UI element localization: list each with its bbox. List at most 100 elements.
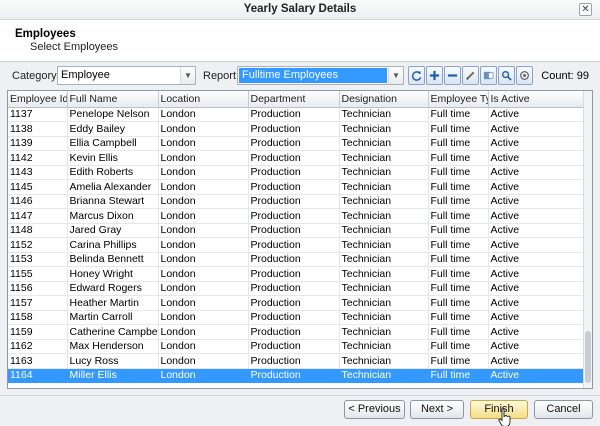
table-cell: London	[158, 237, 249, 253]
table-row[interactable]: 1147 Marcus Dixon London Production Technici…	[8, 208, 585, 224]
table-row[interactable]: 1146 Brianna Stewart London Production Techn…	[8, 194, 585, 209]
table-cell: Full time	[428, 295, 489, 311]
table-cell: Technician	[339, 121, 429, 137]
table-cell: Technician	[339, 208, 429, 224]
table-row[interactable]: 1152 Carina Phillips London Production Techn…	[8, 237, 585, 253]
table-cell: Active	[488, 266, 585, 282]
category-dropdown[interactable]: Employee ▼	[57, 66, 196, 85]
table-cell: Jared Gray	[67, 223, 159, 238]
table-row[interactable]: 1156 Edward Rogers London Production Technic…	[8, 281, 585, 296]
hand-cursor-icon	[498, 408, 511, 426]
filter-toolbar: Category Employee ▼ Report Fulltime Empl…	[7, 66, 593, 88]
table-cell: Technician	[339, 310, 429, 325]
add-icon[interactable]	[426, 66, 443, 85]
table-cell: London	[158, 266, 249, 282]
table-cell: 1148	[8, 223, 68, 238]
window-title: Yearly Salary Details	[243, 3, 357, 15]
table-cell: Production	[248, 136, 340, 151]
table-cell: Full time	[428, 353, 489, 369]
table-cell: Production	[248, 266, 340, 282]
table-cell: 1157	[8, 295, 68, 311]
column-header[interactable]: Designation	[339, 91, 429, 108]
report-dropdown[interactable]: Fulltime Employees ▼	[237, 66, 404, 85]
table-cell: Active	[488, 310, 585, 325]
table-row[interactable]: 1163 Lucy Ross London Production Technician F…	[8, 353, 585, 369]
remove-icon[interactable]	[444, 66, 461, 85]
table-row[interactable]: 1148 Jared Gray London Production Technician…	[8, 223, 585, 238]
report-value: Fulltime Employees	[239, 68, 387, 83]
table-cell: Miller Ellis	[67, 368, 159, 383]
chevron-down-icon[interactable]: ▼	[180, 67, 195, 84]
column-header[interactable]: Employee Type	[428, 91, 489, 108]
close-icon[interactable]: ✕	[579, 3, 592, 16]
table-cell: Full time	[428, 136, 489, 151]
table-row[interactable]: 1143 Edith Roberts London Production Technic…	[8, 165, 585, 180]
table-cell: Production	[248, 324, 340, 340]
table-cell: 1145	[8, 179, 68, 195]
table-row[interactable]: 1164 Miller Ellis London Production Technici…	[8, 368, 585, 383]
column-header[interactable]: Is Active	[488, 91, 585, 108]
table-cell: Active	[488, 165, 585, 180]
table-cell: Full time	[428, 237, 489, 253]
column-header[interactable]: Full Name	[67, 91, 159, 108]
table-cell: London	[158, 194, 249, 209]
table-cell: Full time	[428, 339, 489, 354]
table-cell: 1152	[8, 237, 68, 253]
table-cell: Carina Phillips	[67, 237, 159, 253]
table-row[interactable]: 1159 Catherine Campbell London Production Te…	[8, 324, 585, 340]
previous-button[interactable]: < Previous	[344, 400, 405, 419]
print-icon[interactable]	[516, 66, 533, 85]
table-cell: Active	[488, 179, 585, 195]
table-cell: Full time	[428, 121, 489, 137]
table-row[interactable]: 1138 Eddy Bailey London Production Technicia…	[8, 121, 585, 137]
table-row[interactable]: 1145 Amelia Alexander London Production Tech…	[8, 179, 585, 195]
edit-icon[interactable]	[462, 66, 479, 85]
table-cell: 1158	[8, 310, 68, 325]
table-cell: Production	[248, 368, 340, 383]
table-cell: London	[158, 339, 249, 354]
table-cell: London	[158, 150, 249, 166]
table-cell: London	[158, 208, 249, 224]
column-header[interactable]: Employee Id	[8, 91, 68, 108]
scrollbar-thumb[interactable]	[585, 331, 591, 383]
search-icon[interactable]	[498, 66, 515, 85]
table-cell: 1138	[8, 121, 68, 137]
table-cell: Production	[248, 295, 340, 311]
table-row[interactable]: 1157 Heather Martin London Production Techni…	[8, 295, 585, 311]
refresh-icon[interactable]	[408, 66, 425, 85]
column-header[interactable]: Location	[158, 91, 249, 108]
table-cell: Technician	[339, 136, 429, 151]
column-header[interactable]: Department	[248, 91, 340, 108]
table-cell: Belinda Bennett	[67, 252, 159, 267]
table-row[interactable]: 1158 Martin Carroll London Production Techni…	[8, 310, 585, 325]
employee-grid[interactable]: Employee Id Full Name Location Department De…	[7, 90, 593, 389]
table-cell: Full time	[428, 150, 489, 166]
table-cell: Full time	[428, 208, 489, 224]
table-row[interactable]: 1137 Penelope Nelson London Production Techn…	[8, 107, 585, 122]
table-cell: Full time	[428, 281, 489, 296]
table-cell: London	[158, 252, 249, 267]
table-cell: Full time	[428, 368, 489, 383]
wizard-header: Employees Select Employees	[0, 20, 600, 62]
table-cell: Technician	[339, 353, 429, 369]
cancel-button[interactable]: Cancel	[534, 400, 593, 419]
table-row[interactable]: 1162 Max Henderson London Production Technic…	[8, 339, 585, 354]
table-row[interactable]: 1155 Honey Wright London Production Technici…	[8, 266, 585, 282]
table-row[interactable]: 1153 Belinda Bennett London Production Techn…	[8, 252, 585, 267]
vertical-scrollbar[interactable]	[583, 91, 592, 388]
export-icon[interactable]	[480, 66, 497, 85]
table-cell: London	[158, 295, 249, 311]
table-row[interactable]: 1142 Kevin Ellis London Production Technicia…	[8, 150, 585, 166]
table-cell: 1139	[8, 136, 68, 151]
table-cell: 1146	[8, 194, 68, 209]
table-cell: 1159	[8, 324, 68, 340]
table-cell: 1163	[8, 353, 68, 369]
table-cell: London	[158, 136, 249, 151]
next-button[interactable]: Next >	[410, 400, 464, 419]
table-cell: Active	[488, 368, 585, 383]
table-cell: 1153	[8, 252, 68, 267]
table-row[interactable]: 1139 Ellia Campbell London Production Techni…	[8, 136, 585, 151]
table-cell: Edith Roberts	[67, 165, 159, 180]
table-cell: Technician	[339, 295, 429, 311]
chevron-down-icon[interactable]: ▼	[388, 67, 403, 84]
